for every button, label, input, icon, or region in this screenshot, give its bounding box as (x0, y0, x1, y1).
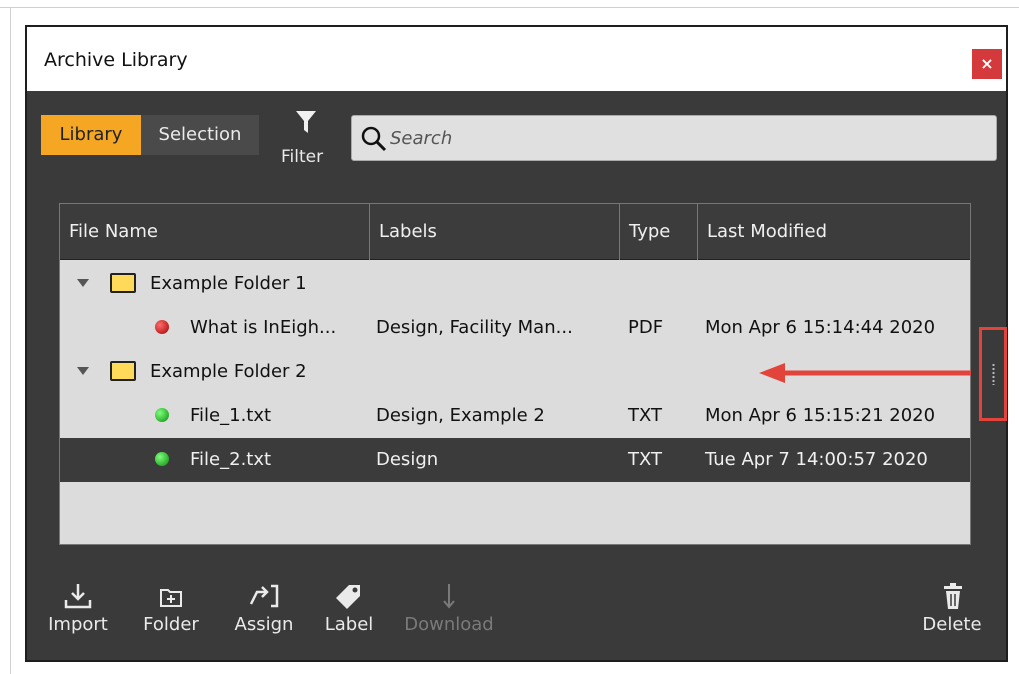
file-labels: Design, Facility Man... (376, 317, 573, 338)
grip-icon (992, 363, 995, 385)
column-header-file-name[interactable]: File Name (60, 204, 370, 260)
column-header-last-modified[interactable]: Last Modified (698, 204, 970, 260)
search-box[interactable] (351, 115, 997, 161)
funnel-icon (296, 111, 316, 133)
file-labels: Design, Example 2 (376, 405, 545, 426)
tab-library[interactable]: Library (41, 115, 141, 155)
file-modified: Mon Apr 6 15:14:44 2020 (705, 317, 936, 338)
table-row-file[interactable]: File_1.txt Design, Example 2 TXT Mon Apr… (60, 394, 970, 438)
table-header: File Name Labels Type Last Modified (60, 204, 970, 260)
table-row-file[interactable]: What is InEigh... Design, Facility Man..… (60, 306, 970, 350)
trash-icon (917, 580, 987, 614)
delete-button[interactable]: Delete (917, 580, 987, 635)
file-type: TXT (628, 449, 663, 470)
file-name: File_1.txt (190, 405, 272, 426)
folder-plus-icon (137, 580, 205, 614)
column-header-type[interactable]: Type (620, 204, 698, 260)
file-type: PDF (628, 317, 664, 338)
file-modified: Mon Apr 6 15:15:21 2020 (705, 405, 936, 426)
assign-label: Assign (234, 614, 294, 635)
page-border-left (10, 7, 11, 674)
import-button[interactable]: Import (43, 580, 113, 635)
import-icon (43, 580, 113, 614)
status-green-icon (155, 452, 169, 466)
new-folder-button[interactable]: Folder (137, 580, 205, 635)
folder-name: Example Folder 2 (150, 361, 307, 382)
folder-icon (110, 273, 136, 293)
status-red-icon (155, 320, 169, 334)
folder-label: Folder (143, 614, 199, 635)
search-icon (361, 126, 387, 152)
file-name: File_2.txt (190, 449, 272, 470)
title-bar: Archive Library × (27, 27, 1006, 91)
download-icon (399, 580, 499, 614)
folder-icon (110, 361, 136, 381)
column-header-labels[interactable]: Labels (370, 204, 620, 260)
download-button[interactable]: Download (399, 580, 499, 635)
filter-label: Filter (281, 147, 324, 167)
file-labels: Design (376, 449, 439, 470)
tag-icon (319, 580, 379, 614)
status-green-icon (155, 408, 169, 422)
annotation-arrow (759, 363, 971, 383)
file-modified: Tue Apr 7 14:00:57 2020 (705, 449, 928, 470)
close-button[interactable]: × (972, 49, 1002, 79)
assign-icon (227, 580, 301, 614)
download-label: Download (404, 614, 494, 635)
expand-triangle-icon[interactable] (77, 279, 89, 287)
tab-selection[interactable]: Selection (141, 115, 259, 155)
assign-button[interactable]: Assign (227, 580, 301, 635)
delete-label: Delete (922, 614, 982, 635)
label-button[interactable]: Label (319, 580, 379, 635)
file-name: What is InEigh... (190, 317, 337, 338)
panel-resize-handle[interactable] (979, 327, 1007, 421)
folder-name: Example Folder 1 (150, 273, 307, 294)
import-label: Import (48, 614, 108, 635)
search-input[interactable] (390, 125, 980, 151)
page-border-top (0, 7, 1019, 8)
label-label: Label (324, 614, 374, 635)
archive-library-window: Archive Library × Library Selection Filt… (25, 25, 1008, 662)
table-row-file-selected[interactable]: File_2.txt Design TXT Tue Apr 7 14:00:57… (60, 438, 970, 482)
window-title: Archive Library (44, 49, 188, 71)
file-type: TXT (628, 405, 663, 426)
filter-button[interactable]: Filter (279, 107, 333, 169)
table-row-folder[interactable]: Example Folder 1 (60, 262, 970, 306)
expand-triangle-icon[interactable] (77, 367, 89, 375)
